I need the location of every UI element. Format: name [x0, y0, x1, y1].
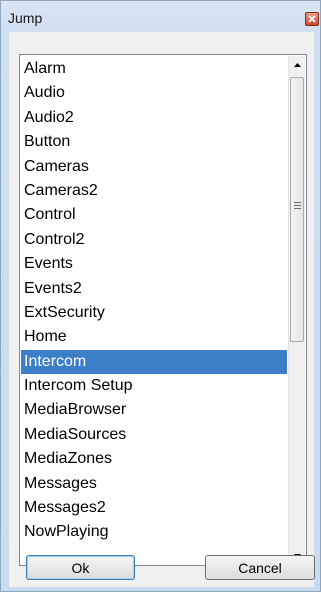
close-button[interactable]: [305, 12, 319, 26]
grip-icon: [294, 202, 301, 210]
jump-dialog: Jump Alarm Audio Audio2 Button Cameras Camera…: [0, 0, 321, 592]
list-item[interactable]: Control2: [21, 228, 287, 252]
list-item[interactable]: Cameras: [21, 155, 287, 179]
close-icon: [308, 15, 316, 23]
cancel-button[interactable]: Cancel: [205, 555, 315, 580]
list-item[interactable]: Home: [21, 325, 287, 349]
jump-target-listbox[interactable]: Alarm Audio Audio2 Button Cameras Cameras2 Con…: [19, 54, 307, 566]
vertical-scrollbar[interactable]: [288, 56, 305, 564]
window-title: Jump: [8, 10, 43, 26]
list-items-container: Alarm Audio Audio2 Button Cameras Cameras2 Con…: [21, 57, 287, 545]
list-item[interactable]: Control: [21, 203, 287, 227]
dialog-client-area: Alarm Audio Audio2 Button Cameras Cameras2 Con…: [9, 32, 315, 587]
arrow-up-icon: [293, 62, 301, 67]
list-item[interactable]: Button: [21, 130, 287, 154]
scroll-up-button[interactable]: [289, 56, 305, 73]
list-item[interactable]: MediaZones: [21, 447, 287, 471]
list-item[interactable]: Intercom Setup: [21, 374, 287, 398]
list-item[interactable]: Messages2: [21, 496, 287, 520]
list-item[interactable]: MediaSources: [21, 423, 287, 447]
scroll-thumb[interactable]: [290, 77, 304, 342]
list-item[interactable]: Cameras2: [21, 179, 287, 203]
ok-button[interactable]: Ok: [26, 555, 135, 580]
title-bar[interactable]: Jump: [1, 1, 321, 31]
list-item[interactable]: Alarm: [21, 57, 287, 81]
list-item[interactable]: Messages: [21, 472, 287, 496]
list-item[interactable]: Audio2: [21, 106, 287, 130]
list-item[interactable]: ExtSecurity: [21, 301, 287, 325]
list-item[interactable]: Events: [21, 252, 287, 276]
list-item[interactable]: NowPlaying: [21, 520, 287, 544]
list-item[interactable]: Intercom: [21, 349, 287, 375]
list-item[interactable]: Audio: [21, 81, 287, 105]
list-item[interactable]: Events2: [21, 277, 287, 301]
list-item[interactable]: MediaBrowser: [21, 398, 287, 422]
